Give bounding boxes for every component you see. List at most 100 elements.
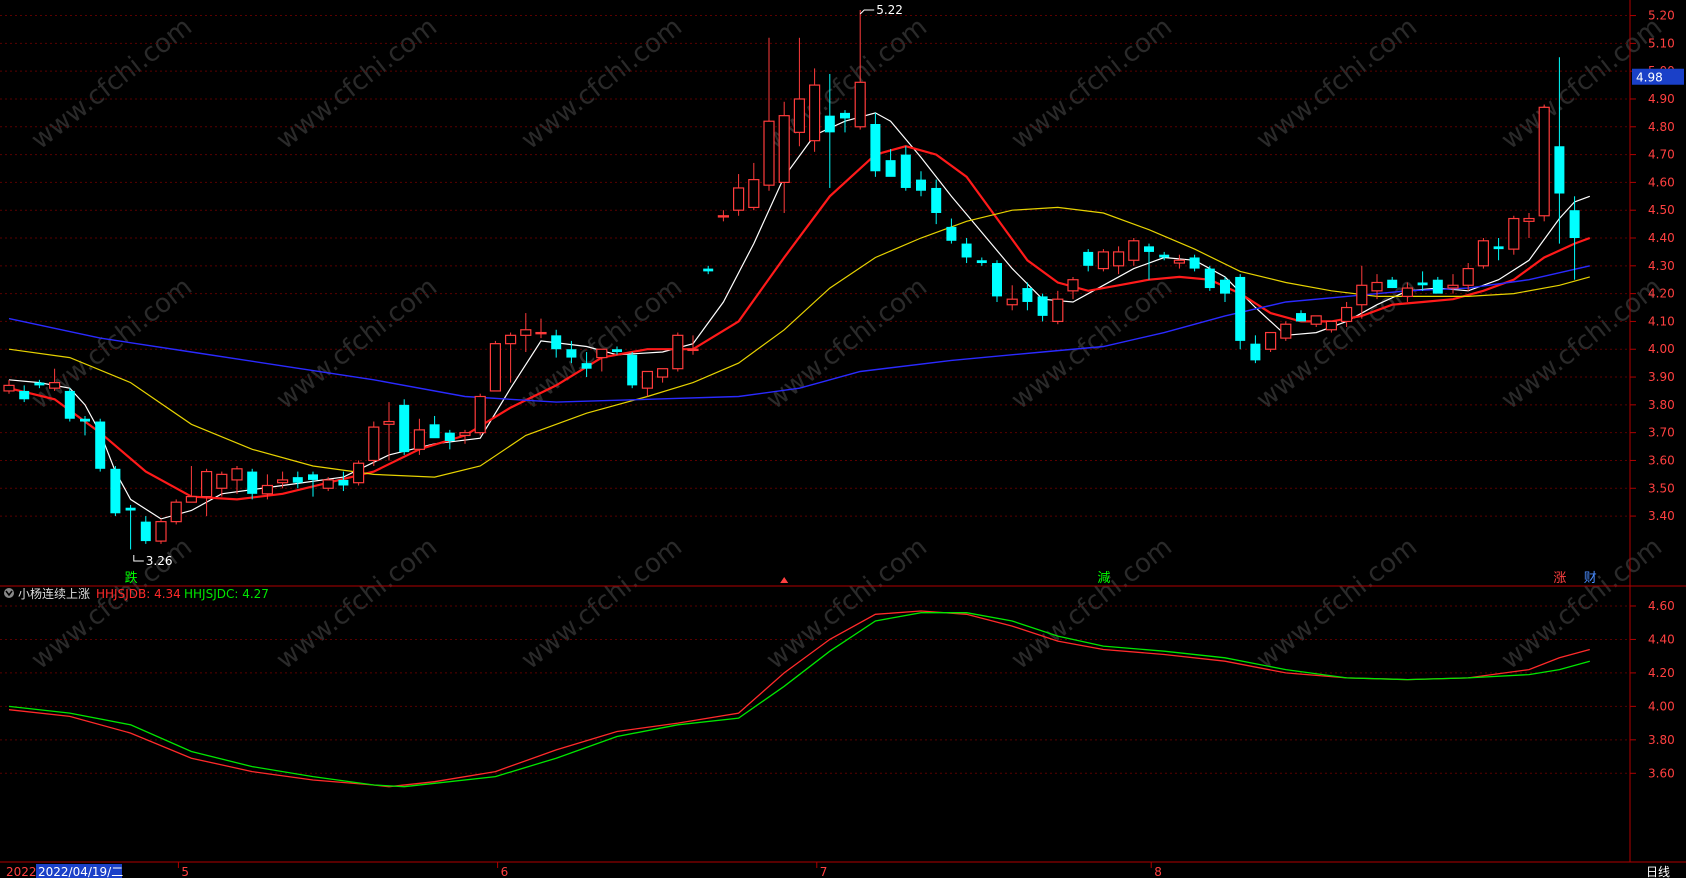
candle[interactable] — [3, 379, 15, 394]
candle[interactable] — [185, 466, 197, 503]
candle-body-up — [261, 484, 273, 495]
candle[interactable] — [95, 418, 106, 472]
candle[interactable] — [1296, 310, 1306, 322]
candle[interactable] — [140, 516, 151, 544]
candle[interactable] — [1097, 249, 1110, 272]
candle[interactable] — [703, 265, 714, 275]
candle[interactable] — [1204, 265, 1215, 291]
candle[interactable] — [1067, 276, 1079, 300]
candle[interactable] — [64, 388, 75, 422]
candle[interactable] — [748, 162, 760, 211]
candle[interactable] — [1310, 315, 1322, 327]
candle[interactable] — [1538, 104, 1550, 222]
candle[interactable] — [1250, 335, 1261, 364]
candle[interactable] — [1432, 276, 1443, 294]
candle[interactable] — [1112, 246, 1125, 275]
candle[interactable] — [885, 149, 896, 177]
stock-chart[interactable]: www.cfchi.com www.cfchi.com www.cfchi.com w… — [0, 0, 1686, 878]
candle[interactable] — [429, 415, 440, 439]
candle[interactable] — [353, 460, 365, 486]
candle[interactable] — [808, 68, 821, 152]
candle-body-up — [353, 462, 365, 484]
candle[interactable] — [201, 468, 213, 517]
candle[interactable] — [1523, 212, 1535, 239]
price-tick-label: 5.20 — [1648, 9, 1675, 23]
indicator-legend[interactable]: 小杨连续上涨 HHJSJDB: 4.34 HHJSJDC: 4.27 — [4, 586, 269, 601]
candle[interactable] — [1220, 276, 1230, 302]
candle[interactable] — [1477, 238, 1490, 269]
indicator-tick-label: 3.60 — [1648, 766, 1675, 780]
candle[interactable] — [1052, 290, 1064, 325]
candle[interactable] — [840, 110, 850, 133]
candle[interactable] — [535, 318, 547, 339]
candle[interactable] — [505, 332, 517, 383]
candle[interactable] — [308, 471, 318, 497]
candle[interactable] — [946, 218, 957, 244]
candle[interactable] — [1037, 293, 1048, 322]
candle[interactable] — [292, 471, 303, 489]
candle-body-up — [383, 420, 395, 425]
candle[interactable] — [474, 393, 486, 436]
candle[interactable] — [1189, 254, 1200, 272]
candle[interactable] — [231, 466, 243, 494]
candle-body-down — [429, 424, 440, 439]
candle[interactable] — [19, 385, 30, 403]
candle[interactable] — [1006, 285, 1018, 311]
candle[interactable] — [170, 499, 182, 525]
candle[interactable] — [1462, 263, 1474, 291]
price-tick-label: 3.40 — [1648, 509, 1675, 523]
price-tick-label: 4.40 — [1648, 231, 1675, 245]
candle[interactable] — [961, 238, 972, 264]
candle[interactable] — [763, 37, 775, 191]
price-tick-label: 5.10 — [1648, 36, 1675, 50]
candle[interactable] — [1173, 254, 1186, 269]
candle[interactable] — [656, 368, 669, 383]
candle[interactable] — [778, 101, 790, 213]
candle-body-up — [1462, 267, 1474, 286]
date-prefix: 2022 — [6, 865, 37, 878]
candle-body-down — [961, 243, 972, 258]
candle[interactable] — [992, 260, 1002, 302]
candle[interactable] — [110, 466, 121, 517]
candle[interactable] — [399, 399, 410, 455]
candle[interactable] — [520, 313, 532, 353]
candle[interactable] — [672, 332, 684, 372]
candle[interactable] — [368, 421, 380, 467]
candle[interactable] — [1264, 331, 1277, 353]
candle-body-down — [80, 418, 90, 422]
candle[interactable] — [1569, 196, 1580, 280]
watermark-text: www.cfchi.com — [271, 12, 443, 156]
candle[interactable] — [125, 504, 136, 550]
candle[interactable] — [931, 179, 942, 225]
candle[interactable] — [793, 37, 806, 147]
candle-body-down — [1083, 251, 1094, 266]
period-label[interactable]: 日线 — [1646, 865, 1670, 878]
candle[interactable] — [1083, 249, 1094, 272]
candle[interactable] — [155, 518, 167, 544]
candle-body-up — [459, 432, 471, 437]
candle[interactable] — [641, 370, 654, 397]
candle[interactable] — [870, 112, 881, 177]
candle[interactable] — [1447, 274, 1459, 294]
candle[interactable] — [732, 174, 745, 216]
candle[interactable] — [976, 257, 987, 266]
candle[interactable] — [900, 146, 911, 191]
candle[interactable] — [247, 468, 258, 500]
axes — [0, 0, 1686, 863]
candle[interactable] — [383, 402, 395, 461]
candle[interactable] — [1235, 274, 1246, 350]
candle[interactable] — [444, 429, 455, 450]
candle[interactable] — [551, 329, 562, 358]
candle[interactable] — [627, 352, 638, 389]
candle[interactable] — [1508, 215, 1520, 255]
candle[interactable] — [1417, 271, 1428, 291]
candle[interactable] — [1280, 321, 1292, 341]
candle[interactable] — [1493, 238, 1504, 261]
candle[interactable] — [413, 418, 425, 455]
candle[interactable] — [717, 210, 730, 222]
candle[interactable] — [1128, 238, 1140, 266]
candle[interactable] — [916, 171, 926, 197]
indicator-tick-label: 4.00 — [1648, 699, 1675, 713]
candle-body-down — [1220, 279, 1230, 294]
candle[interactable] — [489, 340, 501, 392]
